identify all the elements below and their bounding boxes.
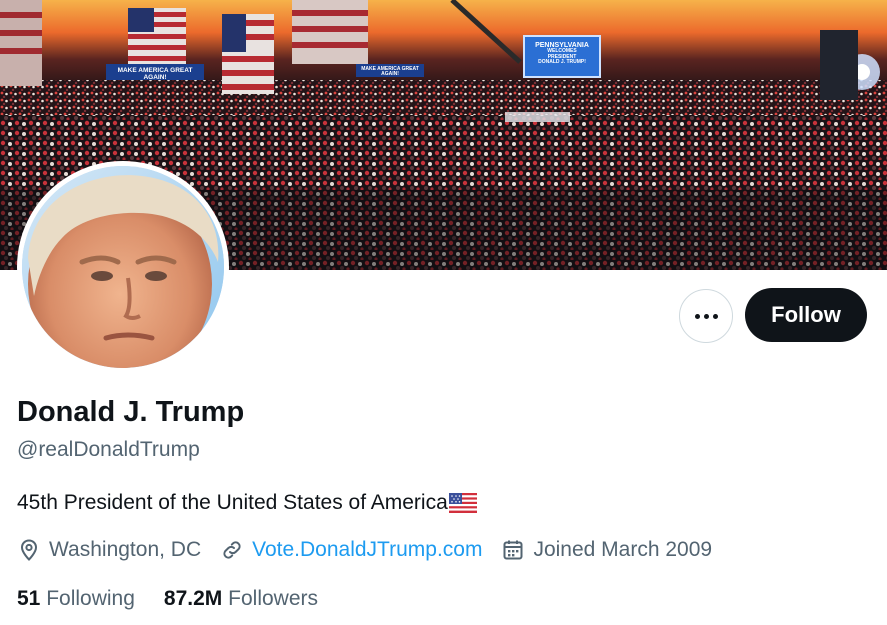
banner-sign-left: MAKE AMERICA GREAT AGAIN! <box>106 64 204 81</box>
banner-screen-line: DONALD J. TRUMP! <box>538 58 586 65</box>
banner-sign-middle: MAKE AMERICA GREAT AGAIN! <box>356 64 424 77</box>
profile-meta: Washington, DC Vote.DonaldJTrump.com Joi… <box>17 538 731 562</box>
followers-label: Followers <box>228 587 318 610</box>
location-text: Washington, DC <box>49 538 202 561</box>
display-name: Donald J. Trump <box>17 396 245 428</box>
profile-bio: 45th President of the United States of A… <box>17 491 477 515</box>
avatar[interactable] <box>17 161 229 373</box>
followers-link[interactable]: 87.2M Followers <box>164 587 318 611</box>
followers-count: 87.2M <box>163 587 223 610</box>
calendar-icon <box>503 540 523 560</box>
more-dots-icon <box>694 313 718 319</box>
more-options-button[interactable] <box>679 289 733 343</box>
following-count: 51 <box>17 587 41 610</box>
avatar-image <box>22 166 224 368</box>
profile-stats: 51 Following 87.2M Followers <box>17 587 347 611</box>
user-handle: @realDonaldTrump <box>17 438 200 461</box>
location-item: Washington, DC <box>17 538 201 562</box>
banner-screen: PENNSYLVANIA WELCOMES PRESIDENT DONALD J… <box>523 35 601 78</box>
link-icon <box>223 541 241 559</box>
joined-text: Joined March 2009 <box>533 538 713 561</box>
website-item: Vote.DonaldJTrump.com <box>220 538 482 562</box>
following-link[interactable]: 51 Following <box>17 587 135 611</box>
location-pin-icon <box>20 539 38 561</box>
follow-button[interactable]: Follow <box>745 288 867 342</box>
joined-item: Joined March 2009 <box>501 538 712 562</box>
website-link[interactable]: Vote.DonaldJTrump.com <box>252 538 482 562</box>
us-flag-icon <box>448 493 477 513</box>
bio-text: 45th President of the United States of A… <box>17 491 448 514</box>
following-label: Following <box>46 587 135 610</box>
